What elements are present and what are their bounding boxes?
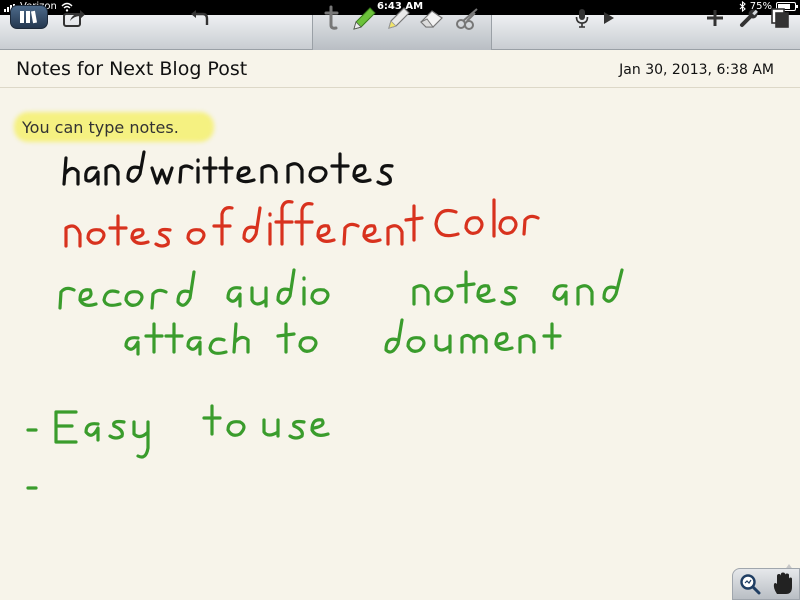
- pages-icon: [771, 7, 789, 28]
- play-button[interactable]: [598, 3, 620, 32]
- zoom-icon: [740, 574, 761, 595]
- wrench-icon: [740, 9, 758, 27]
- library-button[interactable]: [10, 5, 48, 29]
- share-icon: [63, 9, 85, 27]
- add-button[interactable]: [702, 3, 728, 32]
- hand-icon: [773, 572, 792, 594]
- eraser-tool-button[interactable]: [416, 3, 448, 32]
- pen-tool-button[interactable]: [348, 3, 380, 32]
- record-audio-button[interactable]: [570, 3, 594, 32]
- corner-tools: [732, 568, 800, 600]
- undo-button[interactable]: [184, 3, 214, 32]
- document-title[interactable]: Notes for Next Blog Post: [16, 58, 247, 80]
- handwriting-line-4: [124, 318, 562, 356]
- highlighter-tool-icon: [388, 6, 410, 29]
- zoom-button[interactable]: [739, 573, 761, 599]
- library-icon: [20, 10, 38, 24]
- plus-icon: [707, 9, 723, 26]
- pages-button[interactable]: [768, 3, 794, 32]
- note-canvas[interactable]: You can type notes.: [0, 88, 800, 600]
- pan-button[interactable]: [771, 572, 793, 600]
- handwriting-line-1: [62, 150, 394, 186]
- scissors-tool-icon: [456, 7, 478, 30]
- handwriting-line-5: [26, 404, 330, 459]
- document-date: Jan 30, 2013, 6:38 AM: [619, 62, 774, 78]
- pen-tool-icon: [353, 6, 376, 30]
- document-header: Notes for Next Blog Post Jan 30, 2013, 6…: [0, 50, 800, 88]
- eraser-tool-icon: [420, 9, 443, 28]
- text-tool-icon: [324, 5, 339, 30]
- handwriting-line-3: [58, 268, 624, 310]
- ink-layer: [26, 150, 624, 490]
- share-button[interactable]: [58, 3, 90, 32]
- handwriting-line-2: [64, 198, 540, 248]
- text-tool-button[interactable]: [318, 3, 344, 32]
- undo-icon: [191, 9, 209, 25]
- settings-button[interactable]: [736, 3, 762, 32]
- play-icon: [604, 11, 614, 24]
- microphone-icon: [575, 8, 589, 28]
- scissors-tool-button[interactable]: [452, 3, 484, 32]
- highlighter-tool-button[interactable]: [382, 3, 414, 32]
